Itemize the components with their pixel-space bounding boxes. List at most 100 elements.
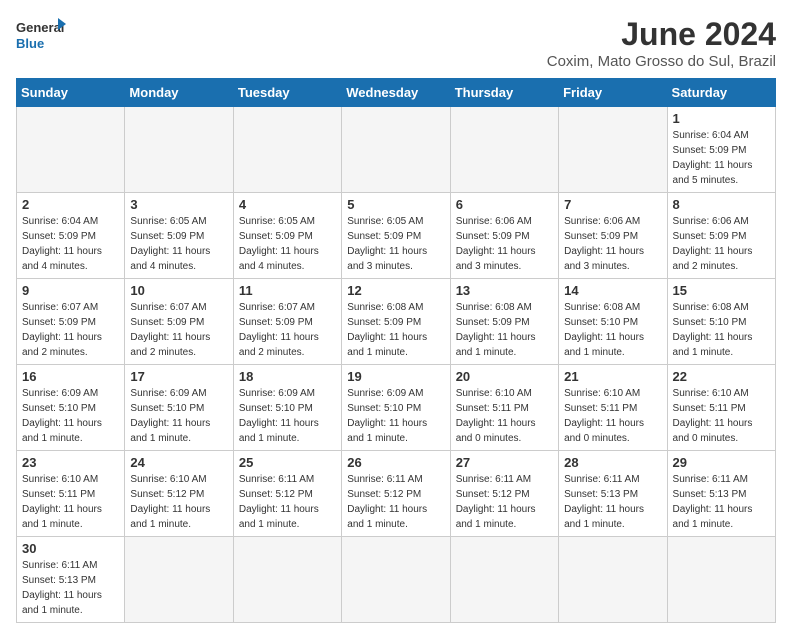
calendar-cell: 9 Sunrise: 6:07 AMSunset: 5:09 PMDaylight…	[17, 279, 125, 365]
calendar-cell	[125, 537, 233, 623]
calendar-cell	[450, 107, 558, 193]
day-info: Sunrise: 6:04 AMSunset: 5:09 PMDaylight:…	[673, 128, 770, 188]
calendar-table: SundayMondayTuesdayWednesdayThursdayFrid…	[16, 78, 776, 623]
logo: General Blue	[16, 16, 66, 58]
calendar-cell: 17Sunrise: 6:09 AMSunset: 5:10 PMDayligh…	[125, 365, 233, 451]
day-number: 1	[673, 111, 770, 126]
day-info: Sunrise: 6:08 AMSunset: 5:09 PMDaylight:…	[456, 300, 553, 360]
calendar-cell: 4Sunrise: 6:05 AMSunset: 5:09 PMDaylight…	[233, 193, 341, 279]
calendar-cell: 11Sunrise: 6:07 AMSunset: 5:09 PMDayligh…	[233, 279, 341, 365]
day-number: 10	[130, 283, 227, 298]
day-info: Sunrise: 6:05 AMSunset: 5:09 PMDaylight:…	[239, 214, 336, 274]
calendar-cell	[17, 107, 125, 193]
day-number: 30	[22, 541, 119, 556]
day-number: 6	[456, 197, 553, 212]
day-number: 2	[22, 197, 119, 212]
day-number: 20	[456, 369, 553, 384]
day-of-week-header: Monday	[125, 79, 233, 107]
day-number: 28	[564, 455, 661, 470]
day-number: 21	[564, 369, 661, 384]
calendar-cell: 30Sunrise: 6:11 AMSunset: 5:13 PMDayligh…	[17, 537, 125, 623]
calendar-cell: 28Sunrise: 6:11 AMSunset: 5:13 PMDayligh…	[559, 451, 667, 537]
day-number: 27	[456, 455, 553, 470]
calendar-cell: 1 Sunrise: 6:04 AMSunset: 5:09 PMDaylight…	[667, 107, 775, 193]
calendar-week-row: 23 Sunrise: 6:10 AMSunset: 5:11 PMDayligh…	[17, 451, 776, 537]
calendar-cell: 6 Sunrise: 6:06 AMSunset: 5:09 PMDaylight…	[450, 193, 558, 279]
day-info: Sunrise: 6:05 AMSunset: 5:09 PMDaylight:…	[130, 214, 227, 274]
calendar-cell	[559, 107, 667, 193]
calendar-cell	[233, 107, 341, 193]
calendar-cell	[450, 537, 558, 623]
day-number: 9	[22, 283, 119, 298]
day-of-week-header: Thursday	[450, 79, 558, 107]
calendar-cell: 10Sunrise: 6:07 AMSunset: 5:09 PMDayligh…	[125, 279, 233, 365]
day-info: Sunrise: 6:05 AMSunset: 5:09 PMDaylight:…	[347, 214, 444, 274]
calendar-cell: 14 Sunrise: 6:08 AMSunset: 5:10 PMDayligh…	[559, 279, 667, 365]
calendar-cell	[233, 537, 341, 623]
day-info: Sunrise: 6:10 AMSunset: 5:11 PMDaylight:…	[22, 472, 119, 532]
day-number: 3	[130, 197, 227, 212]
calendar-week-row: 2 Sunrise: 6:04 AMSunset: 5:09 PMDaylight…	[17, 193, 776, 279]
day-number: 16	[22, 369, 119, 384]
day-number: 24	[130, 455, 227, 470]
day-of-week-header: Friday	[559, 79, 667, 107]
calendar-cell: 12 Sunrise: 6:08 AMSunset: 5:09 PMDayligh…	[342, 279, 450, 365]
day-info: Sunrise: 6:07 AMSunset: 5:09 PMDaylight:…	[239, 300, 336, 360]
page-header: General Blue June 2024 Coxim, Mato Gross…	[16, 16, 776, 70]
day-number: 25	[239, 455, 336, 470]
day-info: Sunrise: 6:06 AMSunset: 5:09 PMDaylight:…	[456, 214, 553, 274]
day-number: 29	[673, 455, 770, 470]
calendar-cell	[125, 107, 233, 193]
calendar-week-row: 1 Sunrise: 6:04 AMSunset: 5:09 PMDaylight…	[17, 107, 776, 193]
day-info: Sunrise: 6:07 AMSunset: 5:09 PMDaylight:…	[22, 300, 119, 360]
calendar-cell: 2 Sunrise: 6:04 AMSunset: 5:09 PMDaylight…	[17, 193, 125, 279]
day-number: 7	[564, 197, 661, 212]
calendar-cell: 13 Sunrise: 6:08 AMSunset: 5:09 PMDayligh…	[450, 279, 558, 365]
calendar-cell: 29 Sunrise: 6:11 AMSunset: 5:13 PMDayligh…	[667, 451, 775, 537]
day-number: 15	[673, 283, 770, 298]
day-number: 5	[347, 197, 444, 212]
calendar-cell: 8Sunrise: 6:06 AMSunset: 5:09 PMDaylight…	[667, 193, 775, 279]
day-number: 14	[564, 283, 661, 298]
calendar-cell: 18 Sunrise: 6:09 AMSunset: 5:10 PMDayligh…	[233, 365, 341, 451]
day-info: Sunrise: 6:11 AMSunset: 5:12 PMDaylight:…	[347, 472, 444, 532]
calendar-cell: 16 Sunrise: 6:09 AMSunset: 5:10 PMDayligh…	[17, 365, 125, 451]
day-info: Sunrise: 6:09 AMSunset: 5:10 PMDaylight:…	[130, 386, 227, 446]
day-number: 19	[347, 369, 444, 384]
title-block: June 2024 Coxim, Mato Grosso do Sul, Bra…	[547, 16, 776, 70]
day-of-week-header: Sunday	[17, 79, 125, 107]
calendar-cell: 5 Sunrise: 6:05 AMSunset: 5:09 PMDaylight…	[342, 193, 450, 279]
calendar-cell: 19Sunrise: 6:09 AMSunset: 5:10 PMDayligh…	[342, 365, 450, 451]
day-info: Sunrise: 6:10 AMSunset: 5:11 PMDaylight:…	[564, 386, 661, 446]
day-info: Sunrise: 6:08 AMSunset: 5:10 PMDaylight:…	[673, 300, 770, 360]
day-info: Sunrise: 6:08 AMSunset: 5:10 PMDaylight:…	[564, 300, 661, 360]
day-number: 18	[239, 369, 336, 384]
day-of-week-header: Saturday	[667, 79, 775, 107]
location: Coxim, Mato Grosso do Sul, Brazil	[547, 53, 776, 70]
day-of-week-header: Wednesday	[342, 79, 450, 107]
day-info: Sunrise: 6:06 AMSunset: 5:09 PMDaylight:…	[673, 214, 770, 274]
svg-text:General: General	[16, 20, 64, 35]
day-number: 13	[456, 283, 553, 298]
calendar-header-row: SundayMondayTuesdayWednesdayThursdayFrid…	[17, 79, 776, 107]
day-info: Sunrise: 6:10 AMSunset: 5:11 PMDaylight:…	[456, 386, 553, 446]
day-number: 22	[673, 369, 770, 384]
day-info: Sunrise: 6:09 AMSunset: 5:10 PMDaylight:…	[239, 386, 336, 446]
calendar-cell	[342, 537, 450, 623]
calendar-cell: 7Sunrise: 6:06 AMSunset: 5:09 PMDaylight…	[559, 193, 667, 279]
calendar-cell	[559, 537, 667, 623]
day-info: Sunrise: 6:08 AMSunset: 5:09 PMDaylight:…	[347, 300, 444, 360]
day-info: Sunrise: 6:11 AMSunset: 5:13 PMDaylight:…	[673, 472, 770, 532]
day-info: Sunrise: 6:11 AMSunset: 5:12 PMDaylight:…	[456, 472, 553, 532]
calendar-cell: 20 Sunrise: 6:10 AMSunset: 5:11 PMDayligh…	[450, 365, 558, 451]
calendar-cell: 24Sunrise: 6:10 AMSunset: 5:12 PMDayligh…	[125, 451, 233, 537]
day-number: 26	[347, 455, 444, 470]
day-number: 23	[22, 455, 119, 470]
day-info: Sunrise: 6:04 AMSunset: 5:09 PMDaylight:…	[22, 214, 119, 274]
calendar-cell	[667, 537, 775, 623]
calendar-week-row: 30Sunrise: 6:11 AMSunset: 5:13 PMDayligh…	[17, 537, 776, 623]
day-info: Sunrise: 6:09 AMSunset: 5:10 PMDaylight:…	[22, 386, 119, 446]
calendar-cell: 21 Sunrise: 6:10 AMSunset: 5:11 PMDayligh…	[559, 365, 667, 451]
calendar-cell: 26 Sunrise: 6:11 AMSunset: 5:12 PMDayligh…	[342, 451, 450, 537]
day-number: 12	[347, 283, 444, 298]
